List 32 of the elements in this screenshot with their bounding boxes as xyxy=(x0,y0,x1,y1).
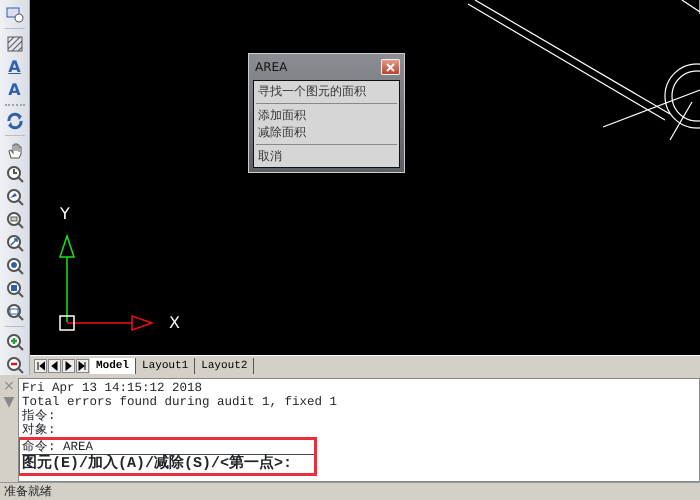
x-axis-label: X xyxy=(169,315,180,331)
layout-tab[interactable]: Layout1 xyxy=(136,358,196,374)
text-tool-icon[interactable]: A xyxy=(6,80,24,98)
y-axis-label: Y xyxy=(60,206,70,222)
menu-item[interactable]: 添加面积 xyxy=(254,107,399,124)
layout-tab[interactable]: Layout2 xyxy=(195,358,254,374)
regenerate-icon[interactable] xyxy=(6,112,24,130)
command-line: 命令: AREA xyxy=(22,440,94,454)
close-icon xyxy=(386,62,395,72)
menu-item[interactable]: 减除面积 xyxy=(254,124,399,141)
dialog-title: AREA xyxy=(254,59,288,76)
layout-tab[interactable]: Model xyxy=(90,358,136,374)
command-prompt[interactable]: 图元(E)/加入(A)/减除(S)/<第一点>: xyxy=(22,454,314,473)
nav-arrow-icon[interactable] xyxy=(78,360,87,370)
rectangle-circle-icon[interactable] xyxy=(6,4,24,22)
zoom-in-icon[interactable] xyxy=(6,332,24,350)
origin-square xyxy=(59,315,75,331)
zoom-clock-icon[interactable] xyxy=(6,164,24,182)
menu-item[interactable]: 取消 xyxy=(254,148,399,165)
menu-item[interactable]: 寻找一个图元的面积 xyxy=(254,83,399,100)
zoom-window-icon[interactable] xyxy=(6,302,24,320)
text-tool-icon[interactable]: A xyxy=(6,58,24,76)
command-line: Fri Apr 13 14:15:12 2018 xyxy=(22,381,204,395)
command-line: 对象: xyxy=(22,423,57,437)
zoom-page-icon[interactable] xyxy=(6,210,24,228)
zoom-out-icon[interactable] xyxy=(6,356,24,374)
close-button[interactable] xyxy=(381,59,400,75)
command-line: 指令: xyxy=(22,409,57,423)
hatch-icon[interactable] xyxy=(6,34,24,52)
command-line: Total errors found during audit 1, fixed 1 xyxy=(22,395,338,409)
nav-arrow-icon[interactable] xyxy=(36,360,45,370)
hand-icon[interactable] xyxy=(6,142,24,160)
